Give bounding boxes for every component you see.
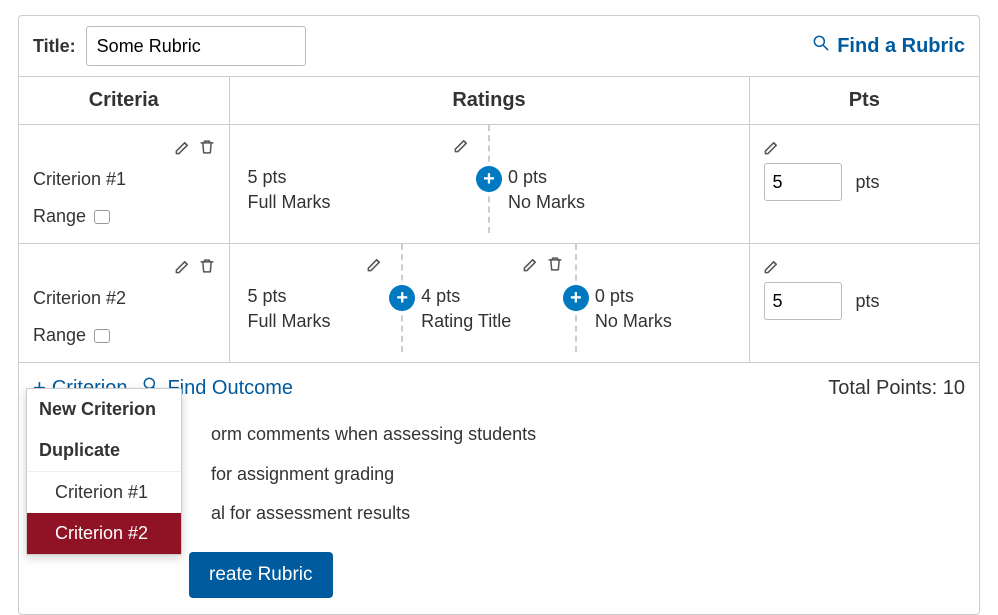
pencil-icon[interactable] [173, 256, 193, 276]
dropdown-new-criterion[interactable]: New Criterion [27, 389, 181, 430]
title-input[interactable] [86, 26, 306, 66]
ratings-cell: 5 pts Full Marks + [230, 244, 749, 352]
add-rating-button[interactable]: + [389, 285, 415, 311]
pencil-icon[interactable] [762, 256, 782, 281]
search-icon [811, 33, 831, 59]
pts-input[interactable] [764, 282, 842, 320]
range-label: Range [33, 206, 86, 227]
plus-icon: + [483, 168, 495, 191]
criteria-cell: Criterion #1 Range [19, 125, 229, 243]
pts-suffix: pts [856, 291, 880, 312]
range-row: Range [33, 206, 215, 227]
pencil-icon[interactable] [452, 135, 472, 160]
trash-icon[interactable] [197, 256, 217, 276]
dropdown-duplicate-item[interactable]: Criterion #2 [27, 513, 181, 554]
add-rating-button[interactable]: + [476, 166, 502, 192]
rating-desc: No Marks [508, 192, 731, 213]
rating-desc: No Marks [595, 311, 731, 332]
range-checkbox[interactable] [94, 210, 110, 224]
pencil-icon[interactable] [173, 137, 193, 157]
criterion-row: Criterion #1 Range [19, 125, 979, 244]
rating-desc: Rating Title [421, 311, 557, 332]
col-header-ratings: Ratings [229, 77, 749, 125]
title-label: Title: [33, 36, 76, 57]
add-rating-button[interactable]: + [563, 285, 589, 311]
pts-cell: pts [750, 244, 980, 336]
find-rubric-label: Find a Rubric [837, 35, 965, 58]
dropdown-duplicate-item[interactable]: Criterion #1 [27, 472, 181, 513]
rating-desc: Full Marks [248, 192, 471, 213]
plus-icon: + [570, 287, 582, 310]
ratings-cell: 5 pts Full Marks + 0 pts No Marks [230, 125, 749, 233]
criteria-cell: Criterion #2 Range [19, 244, 229, 362]
dropdown-duplicate-header: Duplicate [27, 430, 181, 472]
pts-suffix: pts [856, 172, 880, 193]
total-points: Total Points: 10 [828, 377, 965, 400]
rating-pts: 0 pts [595, 286, 731, 307]
option-not-grading-label: for assignment grading [211, 455, 394, 495]
pencil-icon[interactable] [365, 254, 385, 279]
find-rubric-link[interactable]: Find a Rubric [811, 33, 965, 59]
title-row: Title: Find a Rubric [19, 16, 979, 76]
criterion-dropdown: New Criterion Duplicate Criterion #1 Cri… [26, 388, 182, 555]
rating-desc: Full Marks [248, 311, 384, 332]
pencil-icon[interactable] [521, 254, 541, 274]
rating-pts: 5 pts [248, 286, 384, 307]
criterion-name: Criterion #1 [33, 169, 215, 190]
find-outcome-label: Find Outcome [167, 377, 293, 400]
rubric-table: Criteria Ratings Pts [19, 76, 979, 363]
option-visible-results-label: al for assessment results [211, 494, 410, 534]
rating-pts: 4 pts [421, 286, 557, 307]
range-checkbox[interactable] [94, 329, 110, 343]
pencil-icon[interactable] [762, 137, 782, 162]
rating-pts: 0 pts [508, 167, 731, 188]
range-row: Range [33, 325, 215, 346]
pts-input[interactable] [764, 163, 842, 201]
criterion-name: Criterion #2 [33, 288, 215, 309]
trash-icon[interactable] [197, 137, 217, 157]
option-freeform-label: orm comments when assessing students [211, 415, 536, 455]
criterion-row: Criterion #2 Range [19, 244, 979, 363]
rating-pts: 5 pts [248, 167, 471, 188]
trash-icon[interactable] [545, 254, 565, 274]
pts-cell: pts [750, 125, 980, 217]
range-label: Range [33, 325, 86, 346]
plus-icon: + [396, 287, 408, 310]
col-header-criteria: Criteria [19, 77, 229, 125]
col-header-pts: Pts [749, 77, 979, 125]
